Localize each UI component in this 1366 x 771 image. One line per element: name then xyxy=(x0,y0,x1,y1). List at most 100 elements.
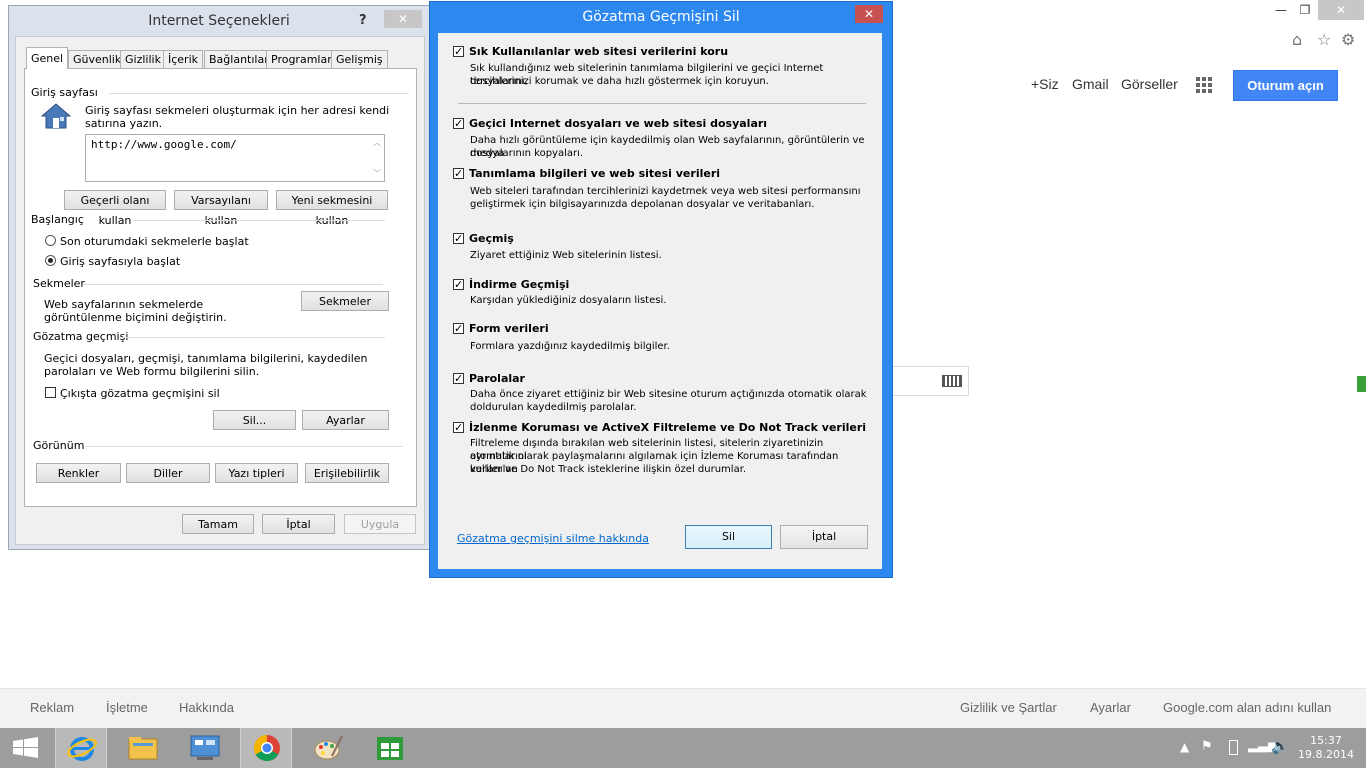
form-data-checkbox[interactable]: ✓ xyxy=(453,323,464,334)
tabs-description-line1: Web sayfalarının sekmelerde xyxy=(44,298,204,311)
homepage-group-label: Giriş sayfası xyxy=(31,86,98,99)
history-description-line2: parolaları ve Web formu bilgilerini sili… xyxy=(44,365,260,378)
history-checkbox[interactable]: ✓ xyxy=(453,233,464,244)
homepage-url-textarea[interactable]: http://www.google.com/ ︿ ﹀ xyxy=(85,134,385,182)
footer-ads-link[interactable]: Reklam xyxy=(30,700,74,715)
apply-button[interactable]: Uygula xyxy=(344,514,416,534)
apps-grid-icon[interactable] xyxy=(1196,77,1212,93)
tray-chevron-icon[interactable]: ▲ xyxy=(1180,740,1189,754)
taskbar-store[interactable] xyxy=(364,728,416,768)
item-title[interactable]: İzlenme Koruması ve ActiveX Filtreleme v… xyxy=(469,421,866,434)
tabs-group-label: Sekmeler xyxy=(33,277,85,290)
tab-security[interactable]: Güvenlik xyxy=(68,50,127,68)
download-history-checkbox[interactable]: ✓ xyxy=(453,279,464,290)
scroll-up-icon[interactable]: ︿ xyxy=(373,137,381,148)
tab-privacy[interactable]: Gizlilik xyxy=(120,50,166,68)
footer-use-google-link[interactable]: Google.com alan adını kullan xyxy=(1163,700,1331,715)
internet-explorer-icon xyxy=(67,737,97,761)
temp-files-checkbox[interactable]: ✓ xyxy=(453,118,464,129)
delete-dialog-body: ✓ Sık Kullanılanlar web sitesi verilerin… xyxy=(438,33,882,569)
taskbar-file-explorer[interactable] xyxy=(117,728,169,768)
footer-settings-link[interactable]: Ayarlar xyxy=(1090,700,1131,715)
tab-programs[interactable]: Programlar xyxy=(266,50,337,68)
passwords-checkbox[interactable]: ✓ xyxy=(453,373,464,384)
taskbar-paint[interactable] xyxy=(302,728,354,768)
gear-icon[interactable]: ⚙ xyxy=(1341,30,1355,49)
taskbar-control-panel[interactable] xyxy=(179,728,231,768)
paint-icon xyxy=(314,735,343,760)
colors-button[interactable]: Renkler xyxy=(36,463,121,483)
use-default-button[interactable]: Varsayılanı kullan xyxy=(174,190,268,227)
ok-button[interactable]: Tamam xyxy=(182,514,254,534)
accessibility-button[interactable]: Erişilebilirlik xyxy=(305,463,389,483)
gmail-link[interactable]: Gmail xyxy=(1072,76,1109,92)
item-title[interactable]: Parolalar xyxy=(469,372,525,385)
star-icon[interactable]: ☆ xyxy=(1317,30,1331,49)
item-description: doldurulan kaydedilmiş parolalar. xyxy=(470,402,637,413)
keep-favorites-checkbox[interactable]: ✓ xyxy=(453,46,464,57)
cancel-button[interactable]: İptal xyxy=(262,514,335,534)
start-button[interactable] xyxy=(0,728,52,768)
item-title[interactable]: Sık Kullanılanlar web sitesi verilerini … xyxy=(469,45,728,58)
delete-button[interactable]: Sil xyxy=(685,525,772,549)
google-plus-link[interactable]: +Siz xyxy=(1031,76,1059,92)
history-description-line1: Geçici dosyaları, geçmişi, tanımlama bil… xyxy=(44,352,368,365)
taskbar-internet-explorer[interactable] xyxy=(55,728,107,768)
images-link[interactable]: Görseller xyxy=(1121,76,1178,92)
flag-icon[interactable]: ⚑ xyxy=(1201,739,1213,754)
general-tab-panel: Giriş sayfası Giriş sayfası sekmeleri ol… xyxy=(24,68,417,507)
cookies-checkbox[interactable]: ✓ xyxy=(453,168,464,179)
dialog-close-button[interactable]: ✕ xyxy=(384,10,422,28)
startup-homepage-label[interactable]: Giriş sayfasıyla başlat xyxy=(60,255,180,268)
divider xyxy=(133,220,385,221)
startup-last-session-radio[interactable] xyxy=(45,235,56,246)
tab-connections[interactable]: Bağlantılar xyxy=(204,50,274,68)
startup-last-session-label[interactable]: Son oturumdaki sekmelerle başlat xyxy=(60,235,249,248)
startup-homepage-radio[interactable] xyxy=(45,255,56,266)
history-settings-button[interactable]: Ayarlar xyxy=(302,410,389,430)
item-description: Daha önce ziyaret ettiğiniz bir Web site… xyxy=(470,389,867,400)
keyboard-icon[interactable] xyxy=(942,375,962,387)
delete-on-exit-label[interactable]: Çıkışta gözatma geçmişini sil xyxy=(60,387,220,400)
tracking-protection-checkbox[interactable]: ✓ xyxy=(453,422,464,433)
item-title[interactable]: İndirme Geçmişi xyxy=(469,278,569,291)
history-group-label: Gözatma geçmişi xyxy=(33,330,129,343)
taskbar-chrome[interactable] xyxy=(240,728,292,768)
item-title[interactable]: Geçici Internet dosyaları ve web sitesi … xyxy=(469,117,767,130)
delete-history-button[interactable]: Sil... xyxy=(213,410,296,430)
tab-advanced[interactable]: Gelişmiş xyxy=(331,50,388,68)
tab-general[interactable]: Genel xyxy=(26,47,69,69)
item-title[interactable]: Form verileri xyxy=(469,322,549,335)
about-deleting-history-link[interactable]: Gözatma geçmişini silme hakkında xyxy=(457,532,649,545)
delete-cancel-button[interactable]: İptal xyxy=(780,525,868,549)
item-description: veriler ve Do Not Track isteklerine iliş… xyxy=(470,464,747,475)
delete-on-exit-checkbox[interactable] xyxy=(45,387,56,398)
chrome-icon xyxy=(253,734,280,762)
item-title[interactable]: Tanımlama bilgileri ve web sitesi verile… xyxy=(469,167,720,180)
side-arrow-icon[interactable] xyxy=(1357,376,1366,392)
tab-content[interactable]: İçerik xyxy=(163,50,204,68)
volume-icon[interactable]: 🔈 xyxy=(1271,737,1290,755)
footer-privacy-link[interactable]: Gizlilik ve Şartlar xyxy=(960,700,1057,715)
use-new-tab-button[interactable]: Yeni sekmesini kullan xyxy=(276,190,388,227)
tabs-settings-button[interactable]: Sekmeler xyxy=(301,291,389,311)
help-button[interactable]: ? xyxy=(359,13,367,28)
home-icon[interactable]: ⌂ xyxy=(1292,30,1302,49)
languages-button[interactable]: Diller xyxy=(126,463,210,483)
signin-button[interactable]: Oturum açın xyxy=(1233,70,1338,101)
item-title[interactable]: Geçmiş xyxy=(469,232,514,245)
google-footer: Reklam İşletme Hakkında Gizlilik ve Şart… xyxy=(0,688,1366,729)
delete-dialog-close-button[interactable]: ✕ xyxy=(855,5,883,23)
clock[interactable]: 15:37 19.8.2014 xyxy=(1298,734,1354,762)
item-description: geliştirmek için bilgisayarınızda depola… xyxy=(470,199,815,210)
search-box[interactable] xyxy=(880,366,969,396)
use-current-button[interactable]: Geçerli olanı kullan xyxy=(64,190,166,227)
item-description: Web siteleri tarafından tercihlerinizi k… xyxy=(470,186,861,197)
scroll-down-icon[interactable]: ﹀ xyxy=(373,168,381,179)
fonts-button[interactable]: Yazı tipleri xyxy=(215,463,298,483)
battery-icon[interactable] xyxy=(1229,740,1238,755)
window-close-button[interactable]: ✕ xyxy=(1318,0,1364,20)
footer-business-link[interactable]: İşletme xyxy=(106,700,148,715)
divider xyxy=(83,284,383,285)
footer-about-link[interactable]: Hakkında xyxy=(179,700,234,715)
